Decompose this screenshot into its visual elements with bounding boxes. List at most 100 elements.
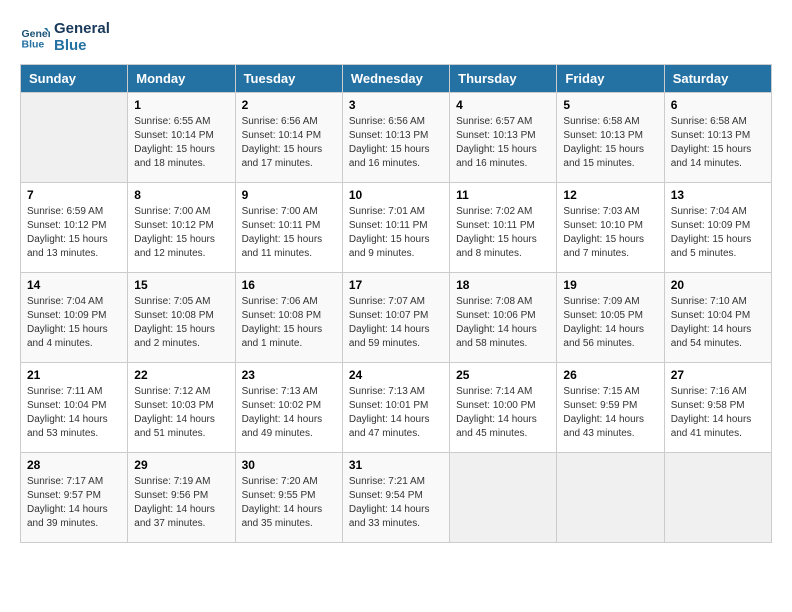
day-number: 11 [456,188,550,202]
calendar-cell [557,453,664,543]
day-info: Sunrise: 7:15 AMSunset: 9:59 PMDaylight:… [563,385,657,441]
sunrise-text: Sunrise: 6:57 AM [456,115,550,129]
sunrise-text: Sunrise: 7:10 AM [671,295,765,309]
day-info: Sunrise: 7:10 AMSunset: 10:04 PMDaylight… [671,295,765,351]
day-number: 12 [563,188,657,202]
day-number: 31 [349,458,443,472]
day-info: Sunrise: 7:16 AMSunset: 9:58 PMDaylight:… [671,385,765,441]
daylight-text: Daylight: 15 hours and 1 minute. [242,323,336,351]
calendar-cell: 15Sunrise: 7:05 AMSunset: 10:08 PMDaylig… [128,273,235,363]
calendar-cell: 29Sunrise: 7:19 AMSunset: 9:56 PMDayligh… [128,453,235,543]
calendar-cell: 24Sunrise: 7:13 AMSunset: 10:01 PMDaylig… [342,363,449,453]
sunrise-text: Sunrise: 7:20 AM [242,475,336,489]
sunset-text: Sunset: 10:11 PM [242,219,336,233]
sunrise-text: Sunrise: 7:16 AM [671,385,765,399]
daylight-text: Daylight: 14 hours and 51 minutes. [134,413,228,441]
sunrise-text: Sunrise: 7:01 AM [349,205,443,219]
calendar-cell: 12 Sunrise: 7:03 AMSunset: 10:10 PMDaylig… [557,183,664,273]
daylight-text: Daylight: 14 hours and 49 minutes. [242,413,336,441]
sunset-text: Sunset: 10:14 PM [134,129,228,143]
sunrise-text: Sunrise: 7:21 AM [349,475,443,489]
day-number: 28 [27,458,121,472]
daylight-text: Daylight: 14 hours and 43 minutes. [563,413,657,441]
calendar-cell: 16Sunrise: 7:06 AMSunset: 10:08 PMDaylig… [235,273,342,363]
daylight-text: Daylight: 15 hours and 8 minutes. [456,233,550,261]
sunrise-text: Sunrise: 7:12 AM [134,385,228,399]
day-info: Sunrise: 7:02 AMSunset: 10:11 PMDaylight… [456,205,550,261]
week-row-1: 1Sunrise: 6:55 AMSunset: 10:14 PMDayligh… [21,93,772,183]
calendar-cell: 31Sunrise: 7:21 AMSunset: 9:54 PMDayligh… [342,453,449,543]
daylight-text: Daylight: 14 hours and 56 minutes. [563,323,657,351]
sunset-text: Sunset: 10:06 PM [456,309,550,323]
day-info: Sunrise: 7:04 AMSunset: 10:09 PMDaylight… [671,205,765,261]
daylight-text: Daylight: 14 hours and 45 minutes. [456,413,550,441]
daylight-text: Daylight: 15 hours and 15 minutes. [563,143,657,171]
weekday-header-friday: Friday [557,65,664,93]
sunset-text: Sunset: 10:10 PM [563,219,657,233]
page-header: General Blue General Blue [20,20,772,54]
sunset-text: Sunset: 10:08 PM [242,309,336,323]
day-info: Sunrise: 7:00 AMSunset: 10:11 PMDaylight… [242,205,336,261]
calendar-cell: 26Sunrise: 7:15 AMSunset: 9:59 PMDayligh… [557,363,664,453]
day-info: Sunrise: 7:03 AMSunset: 10:10 PMDaylight… [563,205,657,261]
day-number: 1 [134,98,228,112]
daylight-text: Daylight: 15 hours and 18 minutes. [134,143,228,171]
sunset-text: Sunset: 9:54 PM [349,489,443,503]
sunrise-text: Sunrise: 7:04 AM [27,295,121,309]
sunset-text: Sunset: 10:14 PM [242,129,336,143]
day-number: 2 [242,98,336,112]
day-number: 29 [134,458,228,472]
calendar-cell: 8Sunrise: 7:00 AMSunset: 10:12 PMDayligh… [128,183,235,273]
day-info: Sunrise: 7:11 AMSunset: 10:04 PMDaylight… [27,385,121,441]
day-number: 9 [242,188,336,202]
day-number: 13 [671,188,765,202]
weekday-header-saturday: Saturday [664,65,771,93]
week-row-4: 21Sunrise: 7:11 AMSunset: 10:04 PMDaylig… [21,363,772,453]
day-info: Sunrise: 7:13 AMSunset: 10:01 PMDaylight… [349,385,443,441]
week-row-5: 28Sunrise: 7:17 AMSunset: 9:57 PMDayligh… [21,453,772,543]
calendar-cell: 6Sunrise: 6:58 AMSunset: 10:13 PMDayligh… [664,93,771,183]
day-number: 4 [456,98,550,112]
sunrise-text: Sunrise: 7:05 AM [134,295,228,309]
svg-text:Blue: Blue [22,39,45,51]
sunrise-text: Sunrise: 7:13 AM [349,385,443,399]
sunrise-text: Sunrise: 7:19 AM [134,475,228,489]
day-number: 8 [134,188,228,202]
sunset-text: Sunset: 10:09 PM [671,219,765,233]
week-row-2: 7 Sunrise: 6:59 AMSunset: 10:12 PMDayligh… [21,183,772,273]
day-info: Sunrise: 6:57 AMSunset: 10:13 PMDaylight… [456,115,550,171]
weekday-header-wednesday: Wednesday [342,65,449,93]
daylight-text: Daylight: 14 hours and 54 minutes. [671,323,765,351]
day-info: Sunrise: 6:59 AMSunset: 10:12 PMDaylight… [27,205,121,261]
sunrise-text: Sunrise: 6:56 AM [349,115,443,129]
sunset-text: Sunset: 10:13 PM [671,129,765,143]
calendar-cell: 18 Sunrise: 7:08 AMSunset: 10:06 PMDaylig… [450,273,557,363]
sunset-text: Sunset: 9:57 PM [27,489,121,503]
day-number: 19 [563,278,657,292]
daylight-text: Daylight: 15 hours and 16 minutes. [349,143,443,171]
day-number: 18 [456,278,550,292]
day-number: 20 [671,278,765,292]
calendar-cell: 7 Sunrise: 6:59 AMSunset: 10:12 PMDayligh… [21,183,128,273]
daylight-text: Daylight: 14 hours and 41 minutes. [671,413,765,441]
day-info: Sunrise: 7:06 AMSunset: 10:08 PMDaylight… [242,295,336,351]
day-info: Sunrise: 6:56 AMSunset: 10:13 PMDaylight… [349,115,443,171]
sunset-text: Sunset: 10:13 PM [563,129,657,143]
day-info: Sunrise: 7:20 AMSunset: 9:55 PMDaylight:… [242,475,336,531]
sunset-text: Sunset: 10:03 PM [134,399,228,413]
day-number: 27 [671,368,765,382]
sunrise-text: Sunrise: 6:59 AM [27,205,121,219]
calendar-cell: 2Sunrise: 6:56 AMSunset: 10:14 PMDayligh… [235,93,342,183]
sunrise-text: Sunrise: 6:55 AM [134,115,228,129]
day-number: 30 [242,458,336,472]
sunrise-text: Sunrise: 7:08 AM [456,295,550,309]
daylight-text: Daylight: 14 hours and 53 minutes. [27,413,121,441]
weekday-header-sunday: Sunday [21,65,128,93]
day-number: 23 [242,368,336,382]
calendar-cell: 27 Sunrise: 7:16 AMSunset: 9:58 PMDayligh… [664,363,771,453]
weekday-header-thursday: Thursday [450,65,557,93]
sunset-text: Sunset: 9:56 PM [134,489,228,503]
day-info: Sunrise: 7:09 AMSunset: 10:05 PMDaylight… [563,295,657,351]
day-info: Sunrise: 7:08 AMSunset: 10:06 PMDaylight… [456,295,550,351]
day-number: 7 [27,188,121,202]
